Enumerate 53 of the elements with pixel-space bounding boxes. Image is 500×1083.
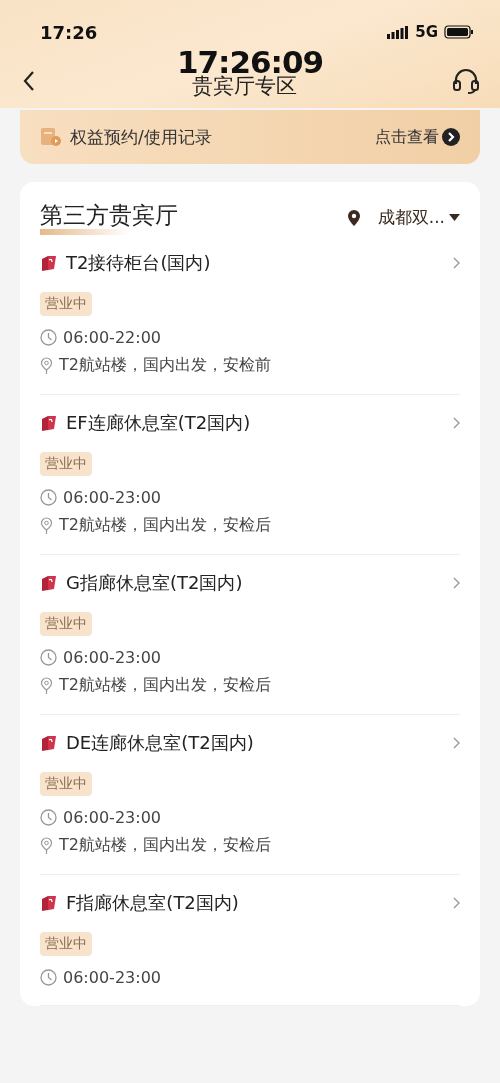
status-tag: 营业中	[40, 612, 92, 636]
clock-icon	[40, 809, 57, 826]
status-tag: 营业中	[40, 452, 92, 476]
chevron-right-icon[interactable]	[453, 737, 460, 749]
book-icon	[40, 734, 58, 752]
document-icon	[40, 127, 62, 147]
book-icon	[40, 254, 58, 272]
opening-hours: 06:00-23:00	[63, 968, 161, 987]
chevron-right-icon[interactable]	[453, 257, 460, 269]
opening-hours: 06:00-22:00	[63, 328, 161, 347]
lounge-address: T2航站楼，国内出发，安检后	[59, 675, 271, 696]
battery-icon	[444, 25, 474, 39]
lounge-name[interactable]: F指廊休息室(T2国内)	[66, 891, 239, 915]
location-pin-icon	[40, 516, 53, 535]
opening-hours: 06:00-23:00	[63, 808, 161, 827]
location-pin-icon	[347, 209, 360, 226]
records-banner[interactable]: 权益预约/使用记录 点击查看	[20, 110, 480, 164]
chevron-right-icon[interactable]	[453, 417, 460, 429]
dropdown-caret-icon	[449, 214, 460, 221]
chevron-right-icon[interactable]	[453, 897, 460, 909]
status-time: 17:26	[40, 21, 98, 43]
status-tag: 营业中	[40, 932, 92, 956]
status-tag: 营业中	[40, 772, 92, 796]
location-pin-icon	[40, 676, 53, 695]
section-title: 第三方贵宾厅	[40, 200, 178, 235]
clock-icon	[40, 489, 57, 506]
back-icon[interactable]	[22, 70, 36, 92]
network-label: 5G	[415, 23, 438, 41]
lounge-name[interactable]: EF连廊休息室(T2国内)	[66, 411, 251, 435]
lounge-address: T2航站楼，国内出发，安检前	[59, 355, 271, 376]
clock-icon	[40, 649, 57, 666]
book-icon	[40, 574, 58, 592]
lounge-name[interactable]: T2接待柜台(国内)	[66, 251, 211, 275]
city-selector[interactable]: 成都双...	[377, 206, 445, 229]
view-link[interactable]: 点击查看	[375, 126, 439, 148]
lounge-name[interactable]: G指廊休息室(T2国内)	[66, 571, 243, 595]
status-tag: 营业中	[40, 292, 92, 316]
opening-hours: 06:00-23:00	[63, 648, 161, 667]
clock-icon	[40, 969, 57, 986]
book-icon	[40, 894, 58, 912]
lounge-address: T2航站楼，国内出发，安检后	[59, 835, 271, 856]
location-pin-icon	[40, 836, 53, 855]
lounge-address: T2航站楼，国内出发，安检后	[59, 515, 271, 536]
signal-icon	[387, 25, 410, 39]
location-pin-icon	[40, 356, 53, 375]
banner-label: 权益预约/使用记录	[70, 125, 212, 149]
opening-hours: 06:00-23:00	[63, 488, 161, 507]
arrow-circle-icon	[442, 128, 460, 146]
chevron-right-icon[interactable]	[453, 577, 460, 589]
book-icon	[40, 414, 58, 432]
headset-icon[interactable]	[452, 68, 480, 94]
clock-icon	[40, 329, 57, 346]
lounge-name[interactable]: DE连廊休息室(T2国内)	[66, 731, 254, 755]
